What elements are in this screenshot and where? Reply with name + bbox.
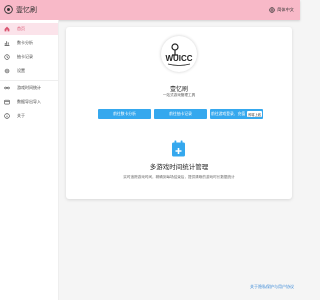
sidebar-item-label: 设置 (17, 68, 25, 73)
sidebar-item-about[interactable]: 关于 (0, 110, 58, 122)
infinity-icon (4, 86, 10, 90)
sidebar-item-label: 首页 (17, 26, 25, 31)
top-bar: 壹忆刷 简体中文 (0, 0, 300, 20)
home-icon (4, 26, 10, 32)
calendar-add-icon (172, 140, 185, 157)
button-label: 前往数卡分析 (113, 111, 136, 116)
app-title: 壹忆刷 (16, 6, 37, 14)
main-card: WUICC 壹忆刷 一站式游戏管理工具 前往数卡分析 前往抽卡记录 前往游戏登录… (66, 27, 292, 199)
sidebar-divider (0, 80, 58, 81)
sidebar-item-label: 关于 (17, 113, 25, 118)
button-label: 前往抽卡记录 (169, 111, 192, 116)
sidebar-item-settings[interactable]: 设置 (0, 65, 58, 77)
page-title: 壹忆刷 (169, 86, 188, 93)
sidebar-item-draw-history[interactable]: 抽卡记录 (0, 51, 58, 63)
app-logo-icon (4, 5, 13, 14)
database-icon (4, 99, 10, 105)
draw-history-button[interactable]: 前往抽卡记录 (154, 109, 207, 119)
wuicc-logo-graphic: WUICC (162, 37, 196, 71)
feature-title: 多游戏时间统计管理 (149, 163, 209, 171)
coming-soon-badge: 即将上线 (247, 111, 262, 117)
info-icon (4, 113, 10, 119)
sidebar-item-label: 游戏时间统计 (17, 85, 41, 90)
translate-icon (269, 7, 275, 13)
sidebar-item-label: 数据导出导入 (17, 99, 41, 104)
feature-description: 实时追踪游戏时间，精确到每场结束后，提供清晰的游戏时长数据统计 (123, 175, 235, 179)
language-label: 简体中文 (277, 7, 294, 12)
language-selector[interactable]: 简体中文 (269, 6, 294, 14)
sidebar-item-label: 数卡分析 (17, 40, 33, 45)
wuicc-logo: WUICC (161, 36, 197, 72)
sidebar-item-card-analysis[interactable]: 数卡分析 (0, 37, 58, 49)
page-subtitle: 一站式游戏管理工具 (162, 93, 196, 97)
sidebar-item-label: 抽卡记录 (17, 54, 33, 59)
sidebar: 首页 数卡分析 抽卡记录 设置 游戏时间统计 数据导出导入 关于 (0, 20, 59, 300)
card-analysis-button[interactable]: 前往数卡分析 (98, 109, 151, 119)
button-label: 前往游戏登录、充值 (211, 111, 246, 116)
chart-icon (4, 41, 10, 46)
sidebar-item-data-export[interactable]: 数据导出导入 (0, 96, 58, 108)
svg-text:WUICC: WUICC (165, 54, 192, 63)
sidebar-item-game-time[interactable]: 游戏时间统计 (0, 82, 58, 94)
sidebar-item-home[interactable]: 首页 (0, 23, 58, 35)
game-login-button[interactable]: 前往游戏登录、充值 即将上线 (210, 109, 263, 119)
history-icon (4, 54, 10, 60)
privacy-link[interactable]: 关于隐私保护与用户协议 (250, 284, 294, 290)
gear-icon (4, 68, 10, 74)
